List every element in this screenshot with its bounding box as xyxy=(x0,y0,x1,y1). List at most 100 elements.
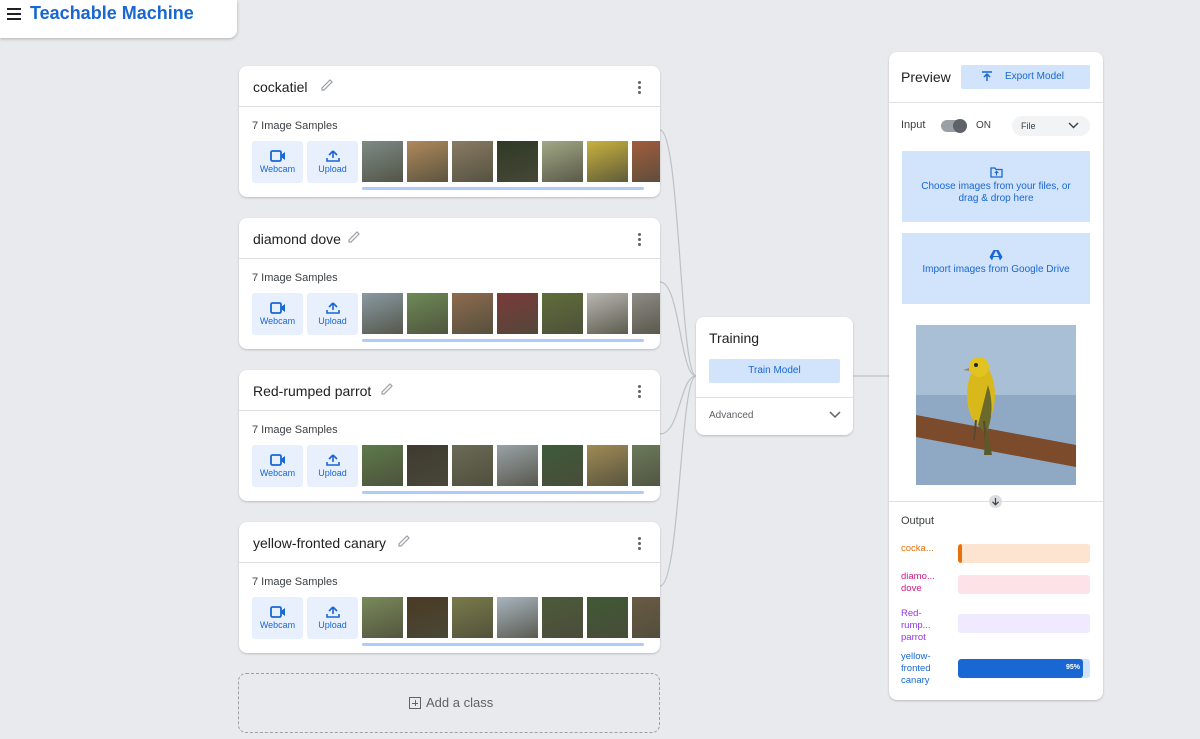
upload-button[interactable]: Upload xyxy=(307,445,358,487)
video-camera-icon xyxy=(269,150,285,162)
class-card-red-rumped-parrot: Red-rumped parrot 7 Image Samples Webcam… xyxy=(239,370,660,501)
webcam-button[interactable]: Webcam xyxy=(252,597,303,639)
sample-thumbnail[interactable] xyxy=(407,141,448,182)
drive-import-text: Import images from Google Drive xyxy=(922,264,1070,275)
sample-thumbnail[interactable] xyxy=(587,597,628,638)
sample-thumbnail[interactable] xyxy=(587,293,628,334)
webcam-button[interactable]: Webcam xyxy=(252,445,303,487)
sample-count: 7 Image Samples xyxy=(252,576,338,588)
sample-thumbnail[interactable] xyxy=(632,445,660,486)
preview-bird-image xyxy=(916,325,1076,485)
sample-thumbnail[interactable] xyxy=(542,293,583,334)
sample-count: 7 Image Samples xyxy=(252,120,338,132)
app-title[interactable]: Teachable Machine xyxy=(30,3,194,24)
sample-thumbnail[interactable] xyxy=(497,293,538,334)
sample-count: 7 Image Samples xyxy=(252,272,338,284)
toggle-state-label: ON xyxy=(976,120,991,131)
upload-button[interactable]: Upload xyxy=(307,141,358,183)
class-card-diamond-dove: diamond dove 7 Image Samples Webcam Uplo… xyxy=(239,218,660,349)
sample-thumbnail[interactable] xyxy=(362,445,403,486)
thumbnail-scrollbar[interactable] xyxy=(362,339,644,342)
sample-thumbnail[interactable] xyxy=(452,141,493,182)
upload-label: Upload xyxy=(318,468,347,478)
file-drop-zone[interactable]: Choose images from your files, or drag &… xyxy=(902,151,1090,222)
sample-thumbnail[interactable] xyxy=(452,293,493,334)
sample-thumbnail[interactable] xyxy=(632,597,660,638)
advanced-toggle[interactable]: Advanced xyxy=(696,397,853,436)
upload-icon xyxy=(325,454,340,466)
chevron-down-icon xyxy=(1068,122,1079,129)
upload-button[interactable]: Upload xyxy=(307,293,358,335)
sample-thumbnail[interactable] xyxy=(407,293,448,334)
more-options-icon[interactable] xyxy=(638,81,642,95)
pencil-icon[interactable] xyxy=(319,77,335,93)
input-toggle[interactable] xyxy=(941,119,967,133)
class-name[interactable]: yellow-fronted canary xyxy=(253,535,386,551)
class-name[interactable]: diamond dove xyxy=(253,231,341,247)
confidence-bar xyxy=(958,544,1090,563)
arrow-down-icon xyxy=(989,495,1002,508)
webcam-label: Webcam xyxy=(259,164,296,174)
training-title: Training xyxy=(709,330,760,346)
class-name[interactable]: cockatiel xyxy=(253,79,307,95)
sample-thumbnails xyxy=(362,141,660,183)
thumbnail-scrollbar[interactable] xyxy=(362,187,644,190)
sample-thumbnail[interactable] xyxy=(362,597,403,638)
sample-thumbnail[interactable] xyxy=(452,445,493,486)
upload-label: Upload xyxy=(318,164,347,174)
thumbnail-scrollbar[interactable] xyxy=(362,491,644,494)
class-card-header: diamond dove xyxy=(239,218,660,259)
sample-thumbnail[interactable] xyxy=(542,445,583,486)
sample-thumbnail[interactable] xyxy=(587,445,628,486)
webcam-button[interactable]: Webcam xyxy=(252,141,303,183)
preview-title: Preview xyxy=(901,69,951,85)
output-title: Output xyxy=(901,515,935,527)
add-class-button[interactable]: Add a class xyxy=(238,673,660,733)
thumbnail-scrollbar[interactable] xyxy=(362,643,644,646)
preview-header: Preview Export Model xyxy=(889,52,1103,103)
advanced-label: Advanced xyxy=(709,410,754,421)
publish-icon xyxy=(982,71,992,81)
confidence-percent: 95% xyxy=(1065,664,1080,671)
sample-thumbnail[interactable] xyxy=(362,141,403,182)
sample-thumbnail[interactable] xyxy=(407,445,448,486)
sample-thumbnail[interactable] xyxy=(632,293,660,334)
sample-thumbnail[interactable] xyxy=(407,597,448,638)
class-card-header: cockatiel xyxy=(239,66,660,107)
google-drive-import[interactable]: Import images from Google Drive xyxy=(902,233,1090,304)
more-options-icon[interactable] xyxy=(638,233,642,247)
upload-icon xyxy=(325,302,340,314)
sample-thumbnails xyxy=(362,445,660,487)
confidence-bar-fill xyxy=(958,659,1084,678)
class-card-cockatiel: cockatiel 7 Image Samples Webcam Upload xyxy=(239,66,660,197)
input-source-select[interactable]: File xyxy=(1012,116,1090,136)
pencil-icon[interactable] xyxy=(346,229,362,245)
sample-thumbnail[interactable] xyxy=(587,141,628,182)
sample-thumbnail[interactable] xyxy=(497,445,538,486)
sample-thumbnail[interactable] xyxy=(542,141,583,182)
sample-thumbnail[interactable] xyxy=(452,597,493,638)
pencil-icon[interactable] xyxy=(379,381,395,397)
add-box-icon xyxy=(409,697,421,709)
train-model-button[interactable]: Train Model xyxy=(709,359,840,383)
output-label: yellow- fronted canary xyxy=(901,651,931,686)
sample-count: 7 Image Samples xyxy=(252,424,338,436)
file-drop-text: Choose images from your files, or drag &… xyxy=(921,181,1071,204)
pencil-icon[interactable] xyxy=(396,533,412,549)
menu-icon[interactable] xyxy=(7,8,21,20)
sample-thumbnail[interactable] xyxy=(497,597,538,638)
export-model-button[interactable]: Export Model xyxy=(961,65,1090,89)
webcam-button[interactable]: Webcam xyxy=(252,293,303,335)
class-card-yellow-fronted-canary: yellow-fronted canary 7 Image Samples We… xyxy=(239,522,660,653)
upload-button[interactable]: Upload xyxy=(307,597,358,639)
sample-thumbnail[interactable] xyxy=(542,597,583,638)
sample-thumbnail[interactable] xyxy=(362,293,403,334)
more-options-icon[interactable] xyxy=(638,537,642,551)
sample-thumbnail[interactable] xyxy=(497,141,538,182)
sample-thumbnails xyxy=(362,293,660,335)
more-options-icon[interactable] xyxy=(638,385,642,399)
webcam-label: Webcam xyxy=(259,468,296,478)
sample-thumbnail[interactable] xyxy=(632,141,660,182)
class-name[interactable]: Red-rumped parrot xyxy=(253,383,371,399)
export-model-label: Export Model xyxy=(1005,71,1064,82)
